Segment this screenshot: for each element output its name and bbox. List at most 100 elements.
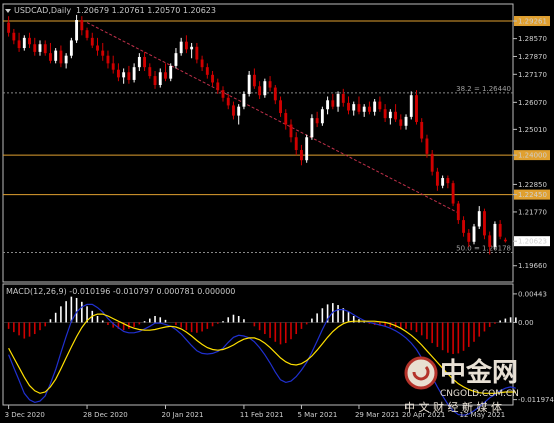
candle-body [237,106,241,116]
candle-body [347,102,350,111]
candle-body [7,22,11,33]
candle-body [388,111,392,119]
price-tick-label: 1.28570 [518,35,547,43]
chart-ohlc: 1.20679 1.20761 1.20570 1.20623 [76,6,216,15]
candle-body [226,97,230,106]
candle-body [268,81,272,88]
time-tick-label: 20 Jan 2021 [161,411,203,419]
candle-body [90,37,94,46]
time-tick-label: 28 Dec 2020 [83,411,128,419]
candle-body [477,211,481,227]
candle-body [378,101,382,110]
candle-body [232,105,235,116]
candle-body [127,72,131,80]
candle-body [169,65,173,79]
candle-body [190,46,194,50]
candle-body [341,93,345,103]
candle-body [43,44,47,54]
candle-body [205,67,209,75]
candle-body [493,223,497,247]
candle-body [158,72,162,86]
candle-body [17,40,21,49]
price-tick-label: 1.27170 [518,71,547,79]
macd-title: MACD(12,26,9) -0.010196 -0.010797 0.0007… [6,287,235,296]
candle-body [195,46,199,60]
candle-body [305,137,309,161]
candle-body [28,37,31,45]
time-tick-label: 29 Mar 2021 [355,411,399,419]
candle-body [373,101,377,112]
candle-body [69,40,73,56]
candle-body [446,178,450,184]
candle-body [273,87,277,101]
price-tick-label: 1.21770 [518,208,547,216]
watermark-domain: CNGOLD.COM.CN [440,389,519,399]
price-tick-label: 1.19660 [518,262,547,270]
price-tick-label: 1.24000 [518,152,547,160]
candle-body [383,109,387,119]
candle-body [435,171,439,186]
price-tick-label: 1.25010 [518,126,547,134]
candle-body [80,20,84,31]
cngold-logo-icon [404,356,438,390]
forex-chart[interactable]: 38.2 = 1.26440 50.0 = 1.20178 0.00443 0.00… [0,0,554,423]
watermark-brand: 中金网 [440,357,518,388]
candle-body [148,67,152,77]
macd-tick-label: 0.00 [518,319,534,327]
time-tick-label: 11 Feb 2021 [240,411,284,419]
macd-tick-label: 0.00443 [518,290,547,298]
price-tick-label: 1.22850 [518,181,547,189]
candle-body [456,203,460,221]
macd-tick-label: -0.011974 [518,396,554,404]
candle-body [415,95,418,122]
candle-body [498,223,502,237]
candle-body [164,72,167,79]
chart-symbol-title: USDCAD,Daily [14,6,71,15]
candle-body [472,226,476,242]
price-tick-label: 1.29261 [518,18,547,26]
candle-body [451,183,455,204]
candle-body [116,69,120,78]
fib-label: 50.0 = 1.20178 [456,245,511,253]
fib-label: 38.2 = 1.26440 [456,85,511,93]
candle-body [59,50,63,64]
price-tick-label: 1.26070 [518,99,547,107]
candle-body [122,72,126,78]
candle-body [252,74,256,87]
candle-body [64,55,68,64]
candle-body [49,53,52,61]
candle-body [247,74,251,94]
candle-body [409,95,413,117]
candle-body [106,55,110,64]
candle-body [404,116,408,126]
candle-body [503,239,507,242]
watermark-tagline: 中 文 财 经 新 媒 体 [404,400,502,414]
candle-body [336,93,340,107]
candle-body [326,100,330,110]
candle-body [96,45,99,51]
candle-body [184,41,188,50]
candle-body [483,211,486,236]
candle-body [420,121,424,139]
price-tick-label: 1.20623 [518,238,547,246]
candle-body [425,138,429,154]
candle-body [399,119,403,126]
candle-body [174,53,178,66]
candle-body [284,113,288,125]
candle-body [101,50,105,56]
candle-body [430,153,434,172]
candle-body [132,67,136,80]
time-tick-label: 3 Dec 2020 [5,411,45,419]
candle-body [300,150,303,161]
candle-body [54,50,58,61]
candle-body [352,104,356,111]
candle-body [22,37,26,49]
candle-body [462,220,465,233]
candle-body [310,118,314,138]
candle-body [331,100,335,107]
candle-body [33,44,37,52]
candle-body [38,44,42,52]
candle-body [216,82,220,91]
candle-body [221,90,225,98]
candle-body [242,93,246,107]
